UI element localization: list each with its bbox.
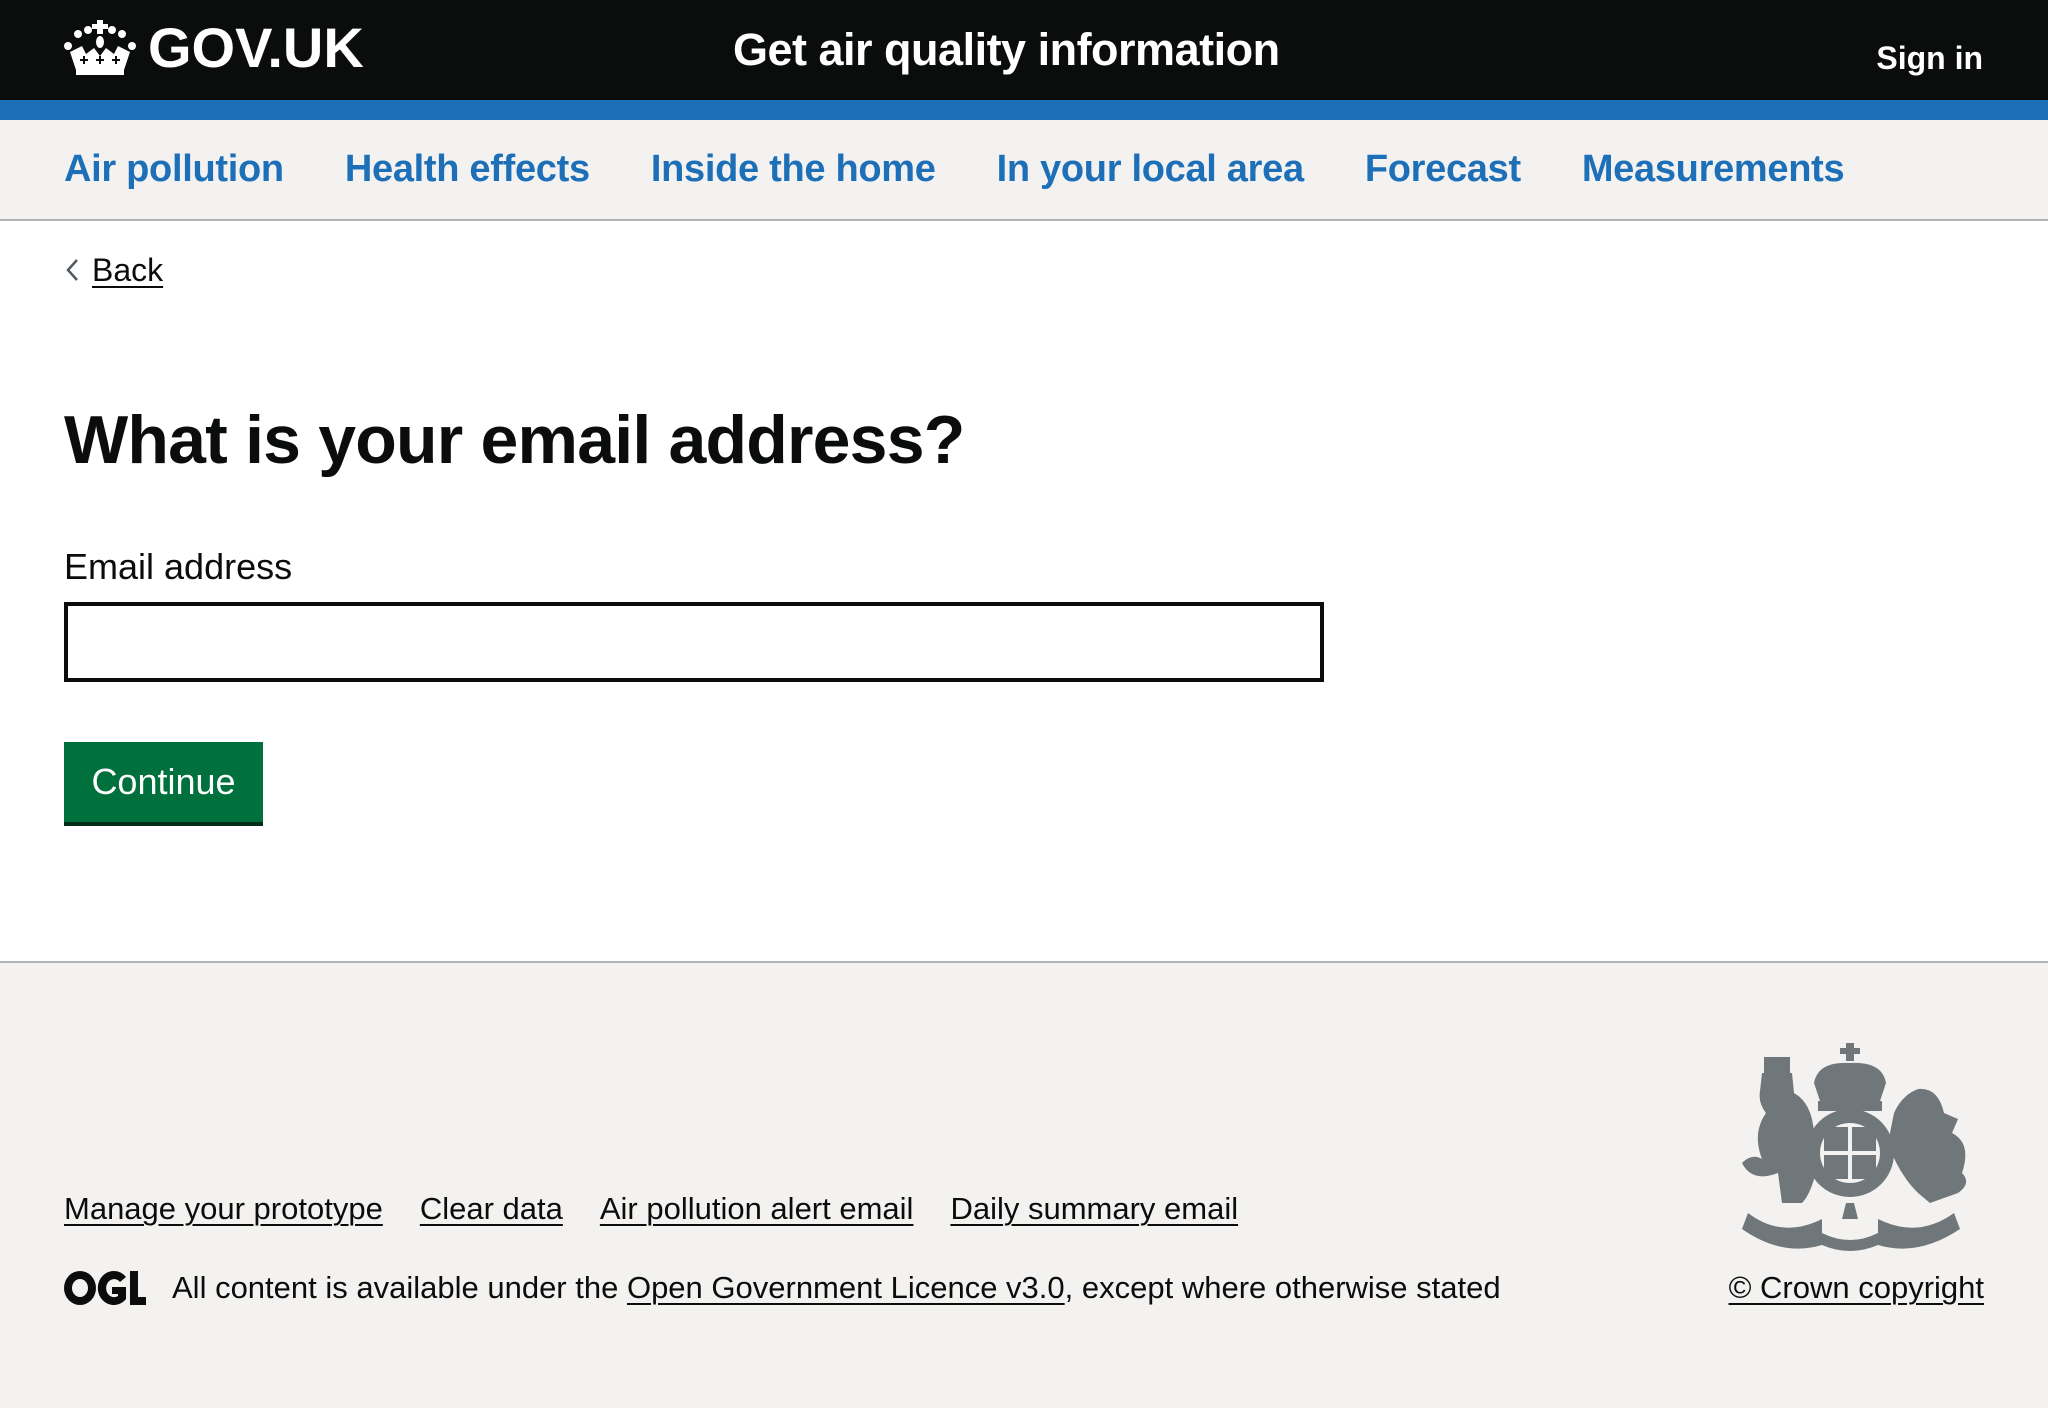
copyright-container: © Crown copyright xyxy=(1729,1268,1984,1308)
nav-item-health-effects[interactable]: Health effects xyxy=(345,148,590,190)
site-header: GOV.UK Get air quality information Sign … xyxy=(0,0,2048,100)
chevron-left-icon xyxy=(66,259,78,281)
licence-prefix: All content is available under the xyxy=(172,1270,627,1305)
govuk-logo-text: GOV.UK xyxy=(148,16,364,79)
nav-item-air-pollution[interactable]: Air pollution xyxy=(64,148,284,190)
back-link[interactable]: Back xyxy=(92,250,163,290)
header-blue-bar xyxy=(0,100,2048,120)
govuk-logo-link[interactable]: GOV.UK xyxy=(64,18,364,78)
page-heading: What is your email address? xyxy=(64,402,965,478)
crown-copyright-link[interactable]: © Crown copyright xyxy=(1729,1270,1984,1305)
royal-coat-of-arms-icon xyxy=(1742,1043,1967,1251)
nav-item-inside-the-home[interactable]: Inside the home xyxy=(651,148,936,190)
ogl-licence-link[interactable]: Open Government Licence v3.0 xyxy=(627,1270,1065,1305)
crown-icon xyxy=(64,20,136,75)
footer-link-daily-summary[interactable]: Daily summary email xyxy=(950,1191,1238,1226)
email-label: Email address xyxy=(64,546,293,587)
footer-link-clear-data[interactable]: Clear data xyxy=(420,1191,563,1226)
footer-link-alert-email[interactable]: Air pollution alert email xyxy=(600,1191,914,1226)
footer-link-manage-prototype[interactable]: Manage your prototype xyxy=(64,1191,383,1226)
service-name-link[interactable]: Get air quality information xyxy=(733,22,1280,78)
back-link-container: Back xyxy=(64,250,163,290)
site-footer: Manage your prototype Clear data Air pol… xyxy=(0,961,2048,1408)
ogl-logo-icon xyxy=(64,1271,146,1305)
licence-suffix: , except where otherwise stated xyxy=(1064,1270,1501,1305)
service-navigation: Air pollution Health effects Inside the … xyxy=(0,120,2048,221)
licence-statement: All content is available under the Open … xyxy=(172,1268,1501,1308)
nav-item-measurements[interactable]: Measurements xyxy=(1582,148,1845,190)
footer-links: Manage your prototype Clear data Air pol… xyxy=(64,1189,1275,1229)
email-input[interactable] xyxy=(64,602,1324,682)
nav-item-forecast[interactable]: Forecast xyxy=(1365,148,1521,190)
continue-button[interactable]: Continue xyxy=(64,742,263,822)
nav-item-local-area[interactable]: In your local area xyxy=(997,148,1304,190)
sign-in-link[interactable]: Sign in xyxy=(1876,38,1983,78)
